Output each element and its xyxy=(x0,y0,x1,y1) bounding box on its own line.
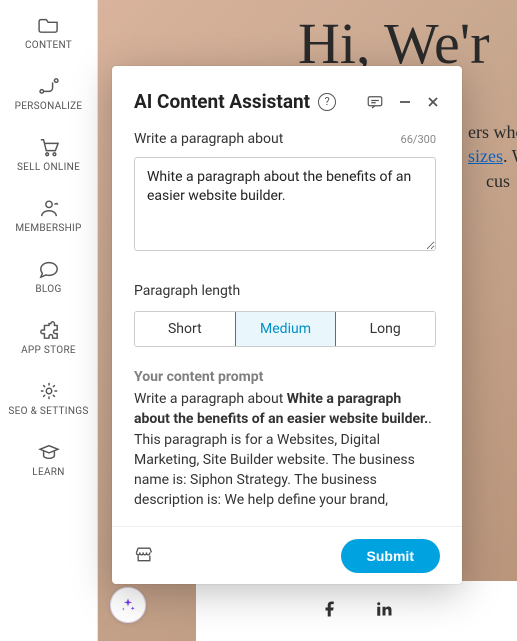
modal-header: AI Content Assistant ? xyxy=(112,66,462,131)
sidebar-item-blog[interactable]: BLOG xyxy=(0,248,97,309)
hero-line: cus xyxy=(486,171,510,191)
sidebar-item-label: LEARN xyxy=(32,467,64,478)
length-label: Paragraph length xyxy=(134,283,436,299)
sidebar-item-label: APP STORE xyxy=(21,345,76,356)
modal-body: Write a paragraph about 66/300 Paragraph… xyxy=(112,131,462,526)
sidebar-item-label: BLOG xyxy=(35,284,61,295)
gear-icon xyxy=(38,380,60,402)
route-icon xyxy=(38,75,60,97)
sidebar-item-personalize[interactable]: PERSONALIZE xyxy=(0,65,97,126)
storefront-icon[interactable] xyxy=(134,545,154,567)
content-prompt-lead: Write a paragraph about xyxy=(134,391,287,407)
sidebar-item-learn[interactable]: LEARN xyxy=(0,431,97,492)
grad-cap-icon xyxy=(38,441,60,463)
char-count: 66/300 xyxy=(401,133,436,146)
ai-assistant-modal: AI Content Assistant ? Write a paragraph… xyxy=(112,66,462,584)
chat-icon xyxy=(38,258,60,280)
hero-line: . W xyxy=(503,146,517,166)
close-icon[interactable] xyxy=(426,95,440,109)
puzzle-icon xyxy=(38,319,60,341)
modal-title: AI Content Assistant xyxy=(134,90,310,113)
hero-line: ers who xyxy=(468,122,517,142)
submit-button[interactable]: Submit xyxy=(341,539,440,573)
hero-link[interactable]: sizes xyxy=(468,146,503,166)
social-bar xyxy=(196,581,517,641)
facebook-icon[interactable] xyxy=(321,600,339,622)
sidebar-item-label: SELL ONLINE xyxy=(17,162,80,173)
length-medium[interactable]: Medium xyxy=(235,311,337,347)
linkedin-icon[interactable] xyxy=(375,600,393,622)
sidebar-item-label: SEO & SETTINGS xyxy=(8,406,88,417)
sidebar-item-app-store[interactable]: APP STORE xyxy=(0,309,97,370)
minimize-icon[interactable] xyxy=(398,95,412,109)
sidebar-item-label: PERSONALIZE xyxy=(15,101,83,112)
ai-sparkle-button[interactable] xyxy=(110,587,146,623)
folder-icon xyxy=(38,14,60,36)
sidebar-item-label: MEMBERSHIP xyxy=(15,223,81,234)
help-icon[interactable]: ? xyxy=(318,93,336,111)
length-long[interactable]: Long xyxy=(335,312,435,346)
sidebar-item-sell-online[interactable]: SELL ONLINE xyxy=(0,126,97,187)
modal-scroll[interactable]: Write a paragraph about 66/300 Paragraph… xyxy=(134,131,440,526)
length-segmented: Short Medium Long xyxy=(134,311,436,347)
prompt-textarea[interactable] xyxy=(134,157,436,251)
hero-paragraph: ers who sizes. W cus xyxy=(468,120,517,193)
content-prompt-heading: Your content prompt xyxy=(134,369,436,385)
sidebar-item-membership[interactable]: MEMBERSHIP xyxy=(0,187,97,248)
cart-icon xyxy=(38,136,60,158)
sidebar-item-content[interactable]: CONTENT xyxy=(0,4,97,65)
feedback-icon[interactable] xyxy=(366,94,384,110)
prompt-label: Write a paragraph about xyxy=(134,131,283,147)
sidebar-item-label: CONTENT xyxy=(25,40,72,51)
sidebar: CONTENT PERSONALIZE SELL ONLINE MEMBERSH… xyxy=(0,0,98,641)
length-short[interactable]: Short xyxy=(135,312,236,346)
modal-footer: Submit xyxy=(112,526,462,584)
person-icon xyxy=(38,197,60,219)
content-prompt-text: Write a paragraph about White a paragrap… xyxy=(134,389,436,517)
sidebar-item-seo-settings[interactable]: SEO & SETTINGS xyxy=(0,370,97,431)
